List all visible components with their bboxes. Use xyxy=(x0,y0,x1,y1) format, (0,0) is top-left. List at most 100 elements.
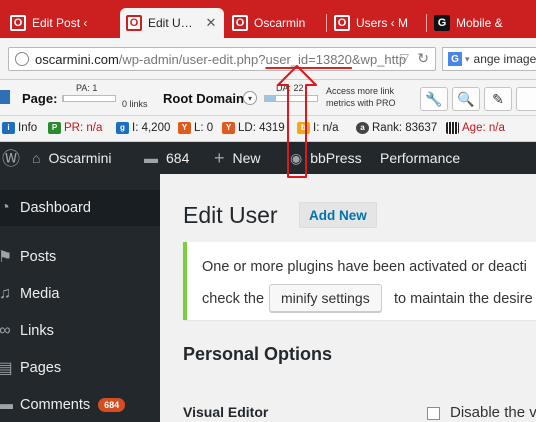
address-bar[interactable]: oscarmini.com /wp-admin/user-edit.php? u… xyxy=(8,47,436,71)
main-content: Edit User Add New One or more plugins ha… xyxy=(160,174,536,422)
tab-edit-user[interactable]: O Edit U… ✕ xyxy=(120,8,224,38)
pa-bar-fill xyxy=(63,96,64,101)
search-icon[interactable]: 🔍 xyxy=(452,87,480,111)
toolbar-button[interactable] xyxy=(516,87,536,111)
sidebar-item-label: Links xyxy=(20,323,54,339)
reload-icon[interactable]: ↻ xyxy=(417,50,429,67)
metric-pr-value: PR: n/a xyxy=(64,122,103,134)
pa-label: PA: 1 xyxy=(76,83,98,93)
metric-links[interactable]: Y L: 0 xyxy=(178,122,213,134)
sidebar-item-pages[interactable]: ▤ Pages xyxy=(0,350,160,386)
tab-title: Mobile & xyxy=(456,16,503,30)
alexa-icon: a xyxy=(356,122,369,134)
sidebar-item-label: Comments xyxy=(20,397,91,413)
sidebar-item-dashboard[interactable]: ◔ Dashboard xyxy=(0,190,160,226)
archive-icon xyxy=(446,122,459,134)
admin-sidebar: ◔ Dashboard ⚑ Posts ♫ Media ∞ Links ▤ Pa… xyxy=(0,174,160,422)
opera-icon: O xyxy=(10,15,26,31)
admin-bar-new[interactable]: + New xyxy=(214,142,261,174)
links-count: 0 links xyxy=(122,99,148,109)
da-bar xyxy=(264,95,318,102)
tab-title: Users ‹ M xyxy=(356,16,408,30)
opera-icon: O xyxy=(126,15,142,31)
g-icon: G xyxy=(434,15,450,31)
sidebar-item-posts[interactable]: ⚑ Posts xyxy=(0,239,160,275)
access-text-1: Access more link xyxy=(326,86,395,96)
metric-ld-value: LD: 4319 xyxy=(238,122,285,134)
wp-admin-bar: Ⓦ ⌂ Oscarmini ▬ 684 + New ◉ bbPress Perf… xyxy=(0,142,536,174)
page-title: Edit User xyxy=(183,202,278,228)
close-icon[interactable]: ✕ xyxy=(204,15,218,31)
url-path-rest: &wp_http xyxy=(351,51,407,67)
root-domain-label: Root Domain: xyxy=(163,91,249,106)
wordpress-icon[interactable]: Ⓦ xyxy=(2,142,28,174)
metric-info[interactable]: i Info xyxy=(2,122,37,134)
metric-alexa-rank[interactable]: a Rank: 83637 xyxy=(356,122,437,134)
opera-icon: O xyxy=(334,15,350,31)
chevron-down-icon[interactable]: ▾ xyxy=(243,91,257,105)
admin-bar-bbpress[interactable]: ◉ bbPress xyxy=(290,142,362,174)
bing-icon: b xyxy=(297,122,310,134)
pa-bar xyxy=(62,95,116,102)
wrench-icon[interactable]: 🔧 xyxy=(420,87,448,111)
section-title: Personal Options xyxy=(183,344,333,364)
admin-bar-performance[interactable]: Performance xyxy=(380,142,460,174)
sidebar-item-media[interactable]: ♫ Media xyxy=(0,276,160,312)
media-icon: ♫ xyxy=(0,285,11,302)
comments-count: 684 xyxy=(166,150,190,166)
navigation-bar: oscarmini.com /wp-admin/user-edit.php? u… xyxy=(0,38,536,80)
tab-users[interactable]: O Users ‹ M xyxy=(328,8,428,38)
disable-visual-editor-checkbox[interactable] xyxy=(427,407,440,420)
notice-text-after: to maintain the desire xyxy=(394,291,533,307)
seo-toolbar: Page: PA: 1 0 links Root Domain: ▾ DA: 2… xyxy=(0,80,536,116)
sidebar-item-comments[interactable]: ▬ Comments 684 xyxy=(0,387,160,422)
pushpin-icon: ⚑ xyxy=(0,249,13,266)
links-icon: Y xyxy=(178,122,191,134)
link-icon: ∞ xyxy=(0,322,11,339)
sidebar-item-label: Dashboard xyxy=(20,200,91,216)
tab-oscarmini[interactable]: O Oscarmin xyxy=(226,8,326,38)
da-bar-fill xyxy=(265,96,277,101)
metric-bing-index[interactable]: b I: n/a xyxy=(297,122,339,134)
tab-separator xyxy=(426,14,427,32)
metric-rank-value: Rank: 83637 xyxy=(372,122,438,134)
tab-mobile[interactable]: G Mobile & xyxy=(428,8,536,38)
tab-title: Oscarmin xyxy=(254,16,306,30)
minify-settings-button[interactable]: minify settings xyxy=(269,284,382,312)
new-label: New xyxy=(232,150,261,166)
search-input[interactable]: ange image xyxy=(474,52,536,66)
url-path: /wp-admin/user-edit.php? xyxy=(118,51,266,67)
checkbox-label: Disable the v xyxy=(450,404,536,421)
notice-text-before: check the xyxy=(202,291,265,307)
site-name: Oscarmini xyxy=(48,150,112,166)
pages-icon: ▤ xyxy=(0,360,13,377)
search-box[interactable]: G ▾ ange image xyxy=(442,47,536,71)
index-icon: g xyxy=(116,122,129,134)
admin-bar-site[interactable]: ⌂ Oscarmini xyxy=(32,142,111,174)
pencil-icon[interactable]: ✎ xyxy=(484,87,512,111)
opera-icon: O xyxy=(232,15,248,31)
pagerank-icon: P xyxy=(48,122,61,134)
metric-links-value: L: 0 xyxy=(194,122,214,134)
metric-info-label: Info xyxy=(18,122,38,134)
tab-strip: O Edit Post ‹ O Edit U… ✕ O Oscarmin O U… xyxy=(0,0,536,38)
admin-bar-comments[interactable]: ▬ 684 xyxy=(144,142,189,174)
tab-edit-post[interactable]: O Edit Post ‹ xyxy=(4,8,116,38)
home-icon: ⌂ xyxy=(32,150,41,166)
link-domains-icon: Y xyxy=(222,122,235,134)
access-text-2[interactable]: metrics with PRO xyxy=(326,98,396,108)
comments-badge: 684 xyxy=(98,398,126,412)
comment-icon: ▬ xyxy=(144,150,158,166)
add-new-button[interactable]: Add New xyxy=(299,202,377,228)
metric-age-value: Age: n/a xyxy=(462,122,505,134)
metric-index[interactable]: g I: 4,200 xyxy=(116,122,170,134)
metric-link-domains[interactable]: Y LD: 4319 xyxy=(222,122,285,134)
sidebar-item-links[interactable]: ∞ Links xyxy=(0,313,160,349)
chevron-down-icon[interactable]: ▾ xyxy=(465,54,470,65)
metric-age[interactable]: Age: n/a xyxy=(446,122,505,134)
metric-pr[interactable]: P PR: n/a xyxy=(48,122,102,134)
url-user-id-param: user_id=13820 xyxy=(265,51,352,67)
metric-bing-value: I: n/a xyxy=(313,122,339,134)
comment-icon: ▬ xyxy=(0,396,13,413)
chevron-down-icon[interactable]: ▽ xyxy=(400,51,409,65)
